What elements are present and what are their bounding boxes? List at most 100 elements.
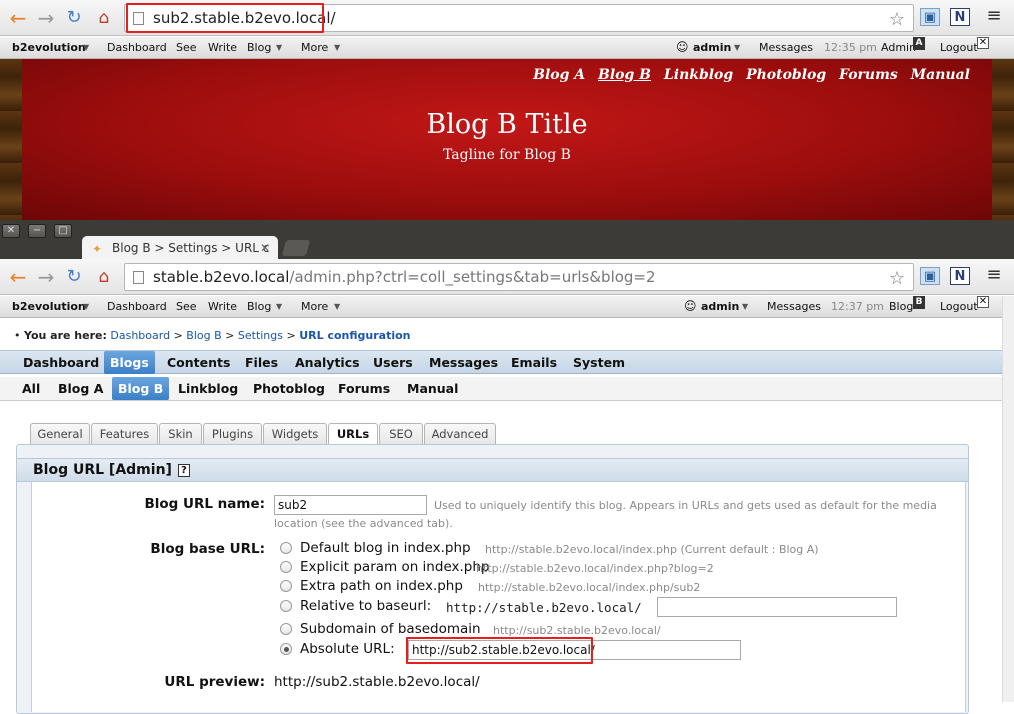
back-arrow-icon[interactable]: ← <box>6 6 30 30</box>
evobar-brand[interactable]: b2evolution <box>12 296 86 317</box>
chrome-menu-icon[interactable]: ≡ <box>986 7 1002 27</box>
menu-contents[interactable]: Contents <box>161 351 236 374</box>
breadcrumb-dashboard[interactable]: Dashboard <box>110 329 170 342</box>
blog-nav-manual[interactable]: Manual <box>911 67 970 83</box>
blog-menu-forums[interactable]: Forums <box>332 377 396 400</box>
blog-menu-all[interactable]: All <box>16 377 46 400</box>
evobar-messages[interactable]: Messages <box>767 296 821 317</box>
tab-widgets[interactable]: Widgets <box>263 423 327 445</box>
evobar-logout[interactable]: Logout <box>940 296 978 317</box>
caret-down-icon[interactable]: ▼ <box>334 296 340 317</box>
evobar-see[interactable]: See <box>176 37 197 58</box>
bottom-address-bar[interactable]: stable.b2evo.local/admin.php?ctrl=coll_s… <box>124 263 914 291</box>
blog-nav-blog-b[interactable]: Blog B <box>598 67 651 83</box>
window-minimize-icon[interactable]: − <box>28 224 46 238</box>
menu-blogs[interactable]: Blogs <box>104 351 155 374</box>
forward-arrow-icon[interactable]: → <box>34 265 58 289</box>
tab-advanced[interactable]: Advanced <box>424 423 496 445</box>
evobar-user[interactable]: admin <box>693 37 731 58</box>
window-close-icon[interactable]: ✕ <box>2 224 20 238</box>
radio-absolute-url[interactable] <box>280 643 292 655</box>
bookmark-star-icon[interactable]: ☆ <box>889 266 905 292</box>
menu-system[interactable]: System <box>567 351 631 374</box>
tab-general[interactable]: General <box>30 423 90 445</box>
evobar-blog[interactable]: Blog <box>247 37 271 58</box>
tab-close-icon[interactable]: ✕ <box>260 236 270 260</box>
window-maximize-icon[interactable]: □ <box>54 224 72 238</box>
breadcrumb-settings[interactable]: Settings <box>238 329 283 342</box>
evobar-more[interactable]: More <box>301 296 328 317</box>
caret-down-icon[interactable]: ▼ <box>276 37 282 58</box>
option-explicit-param[interactable]: Explicit param on index.php <box>300 559 489 575</box>
radio-default-blog[interactable] <box>280 542 292 554</box>
option-relative-baseurl[interactable]: Relative to baseurl: <box>300 598 431 614</box>
tab-plugins[interactable]: Plugins <box>203 423 262 445</box>
blog-nav-linkblog[interactable]: Linkblog <box>664 67 733 83</box>
caret-down-icon[interactable]: ▼ <box>334 37 340 58</box>
menu-analytics[interactable]: Analytics <box>289 351 366 374</box>
bookmark-star-icon[interactable]: ☆ <box>889 7 905 33</box>
caret-down-icon[interactable]: ▼ <box>734 37 740 58</box>
evobar-see[interactable]: See <box>176 296 197 317</box>
image-extension-icon[interactable]: ▣ <box>920 8 940 26</box>
blog-nav-blog-a[interactable]: Blog A <box>533 67 585 83</box>
home-icon[interactable]: ⌂ <box>92 6 116 30</box>
evobar-dashboard[interactable]: Dashboard <box>107 296 167 317</box>
blog-nav-forums[interactable]: Forums <box>839 67 898 83</box>
new-tab-button[interactable] <box>281 240 311 256</box>
menu-dashboard[interactable]: Dashboard <box>17 351 105 374</box>
caret-down-icon[interactable]: ▼ <box>276 296 282 317</box>
blog-menu-blog-b[interactable]: Blog B <box>112 377 170 400</box>
menu-files[interactable]: Files <box>239 351 284 374</box>
evobar-messages[interactable]: Messages <box>759 37 813 58</box>
evobar-blog[interactable]: Blog <box>247 296 271 317</box>
menu-messages[interactable]: Messages <box>423 351 504 374</box>
evobar-logout[interactable]: Logout <box>940 37 978 58</box>
tab-features[interactable]: Features <box>91 423 158 445</box>
evobar-blog-link[interactable]: Blog <box>889 296 913 317</box>
evobar-write[interactable]: Write <box>208 296 237 317</box>
home-icon[interactable]: ⌂ <box>92 265 116 289</box>
menu-users[interactable]: Users <box>367 351 419 374</box>
evobar-user[interactable]: admin <box>701 296 739 317</box>
reload-icon[interactable]: ↻ <box>62 6 86 30</box>
option-extra-path[interactable]: Extra path on index.php <box>300 578 463 594</box>
evobar-more[interactable]: More <box>301 37 328 58</box>
blog-nav-photoblog[interactable]: Photoblog <box>746 67 826 83</box>
radio-subdomain[interactable] <box>280 623 292 635</box>
evobar-admin[interactable]: Admin <box>881 37 916 58</box>
browser-tab[interactable]: ✦ Blog B > Settings > URL c ✕ <box>82 236 278 260</box>
breadcrumb-blog-b[interactable]: Blog B <box>186 329 221 342</box>
chrome-menu-icon[interactable]: ≡ <box>986 266 1002 286</box>
option-default-blog[interactable]: Default blog in index.php <box>300 540 471 556</box>
evobar-write[interactable]: Write <box>208 37 237 58</box>
reload-icon[interactable]: ↻ <box>62 265 86 289</box>
image-extension-icon[interactable]: ▣ <box>920 267 940 285</box>
caret-down-icon[interactable]: ▼ <box>83 296 89 317</box>
tab-urls[interactable]: URLs <box>328 423 378 446</box>
blog-menu-manual[interactable]: Manual <box>401 377 464 400</box>
forward-arrow-icon[interactable]: → <box>34 6 58 30</box>
radio-relative-baseurl[interactable] <box>280 600 292 612</box>
n-extension-icon[interactable]: N <box>950 267 970 285</box>
caret-down-icon[interactable]: ▼ <box>742 296 748 317</box>
menu-emails[interactable]: Emails <box>505 351 563 374</box>
evobar-dashboard[interactable]: Dashboard <box>107 37 167 58</box>
caret-down-icon[interactable]: ▼ <box>83 37 89 58</box>
blog-menu-photoblog[interactable]: Photoblog <box>247 377 331 400</box>
help-icon[interactable]: ? <box>177 463 190 477</box>
blog-menu-blog-a[interactable]: Blog A <box>52 377 109 400</box>
back-arrow-icon[interactable]: ← <box>6 265 30 289</box>
relative-baseurl-input[interactable] <box>657 597 897 617</box>
blog-title[interactable]: Blog B Title <box>0 109 1014 140</box>
option-absolute-url[interactable]: Absolute URL: <box>300 641 395 657</box>
page-scrollbar[interactable] <box>1002 296 1014 702</box>
option-subdomain[interactable]: Subdomain of basedomain <box>300 621 481 637</box>
blog-menu-linkblog[interactable]: Linkblog <box>172 377 244 400</box>
tab-seo[interactable]: SEO <box>379 423 423 445</box>
url-name-input[interactable]: sub2 <box>274 495 427 515</box>
n-extension-icon[interactable]: N <box>950 8 970 26</box>
tab-skin[interactable]: Skin <box>159 423 202 445</box>
evobar-brand[interactable]: b2evolution <box>12 37 86 58</box>
radio-extra-path[interactable] <box>280 580 292 592</box>
